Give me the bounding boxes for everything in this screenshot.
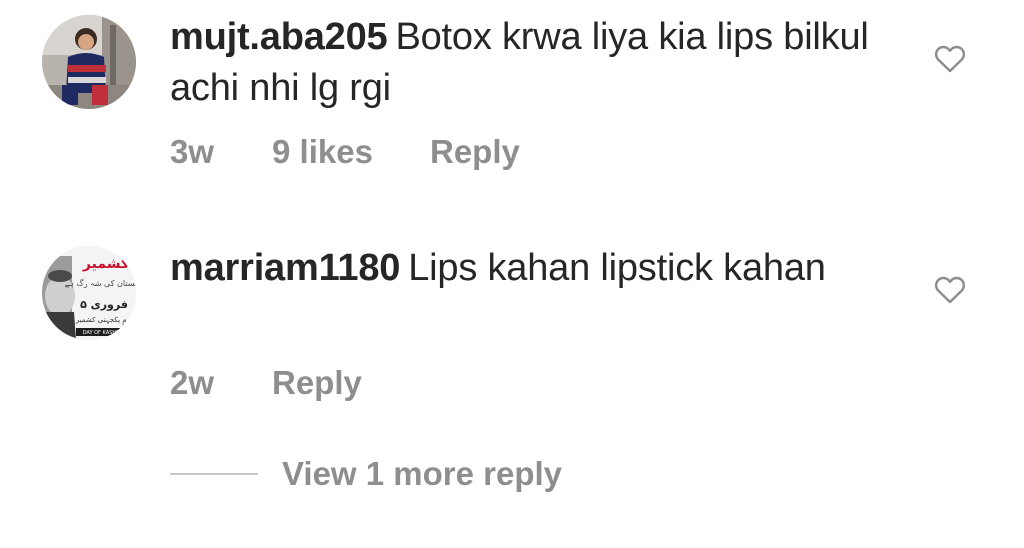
comment-body: mujt.aba205 Botox krwa liya kia lips bilk… bbox=[170, 12, 870, 114]
heart-outline-icon[interactable] bbox=[933, 43, 967, 73]
reply-button[interactable]: Reply bbox=[430, 133, 520, 171]
replies-divider-line bbox=[170, 473, 258, 475]
avatar-poster: کشمیر پاکستان کی شہ رگ ہے ۵ فروری یومِ ی… bbox=[42, 246, 136, 340]
heart-outline-icon[interactable] bbox=[933, 274, 967, 304]
avatar-bottom-text: یومِ یکجہتی کشمیر bbox=[75, 316, 132, 325]
comment-username[interactable]: marriam1180 bbox=[170, 247, 400, 289]
avatar-date-text: ۵ فروری bbox=[80, 298, 128, 311]
avatar-photo bbox=[42, 15, 136, 109]
comment-text: Lips kahan lipstick kahan bbox=[408, 247, 826, 289]
comment-timestamp: 2w bbox=[170, 364, 215, 401]
comment-body: marriam1180 Lips kahan lipstick kahan bbox=[170, 243, 870, 294]
view-more-replies[interactable]: View 1 more reply bbox=[170, 455, 562, 493]
avatar-banner-text: DAY OF KASHMIR bbox=[83, 330, 126, 336]
avatar-title-text: کشمیر bbox=[82, 256, 130, 272]
view-more-replies-label[interactable]: View 1 more reply bbox=[282, 455, 562, 493]
avatar[interactable]: کشمیر پاکستان کی شہ رگ ہے ۵ فروری یومِ ی… bbox=[42, 246, 136, 340]
comment-likes-count[interactable]: 9 likes bbox=[272, 133, 430, 171]
avatar-subtitle-text: پاکستان کی شہ رگ ہے bbox=[65, 278, 136, 288]
comment-meta: 3w 9 likes Reply bbox=[170, 133, 520, 171]
comment-username[interactable]: mujt.aba205 bbox=[170, 16, 388, 58]
comment-meta: 2w Reply bbox=[170, 364, 362, 402]
comment-timestamp: 3w bbox=[170, 133, 215, 170]
reply-button[interactable]: Reply bbox=[272, 364, 362, 402]
avatar[interactable] bbox=[42, 15, 136, 109]
